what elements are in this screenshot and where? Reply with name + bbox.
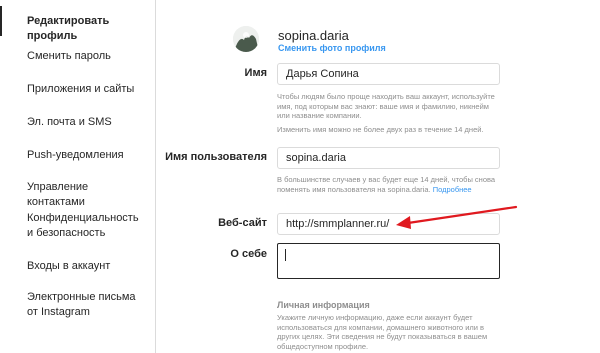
red-annotation-arrow-icon xyxy=(396,205,518,229)
